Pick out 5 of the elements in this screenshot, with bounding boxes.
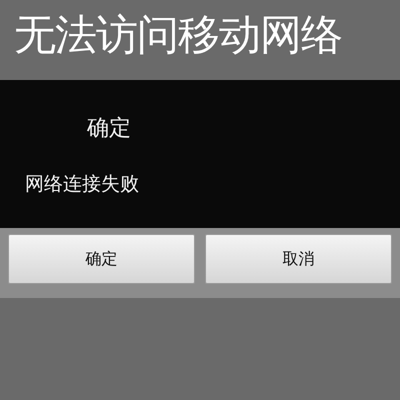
- headline: 无法访问移动网络: [13, 9, 343, 61]
- dialog-title: 确定: [87, 116, 131, 141]
- dialog-button[interactable]: 确定: [8, 234, 195, 284]
- dialog-button[interactable]: 取消: [205, 234, 392, 284]
- dialog-message: 网络连接失败: [25, 173, 139, 195]
